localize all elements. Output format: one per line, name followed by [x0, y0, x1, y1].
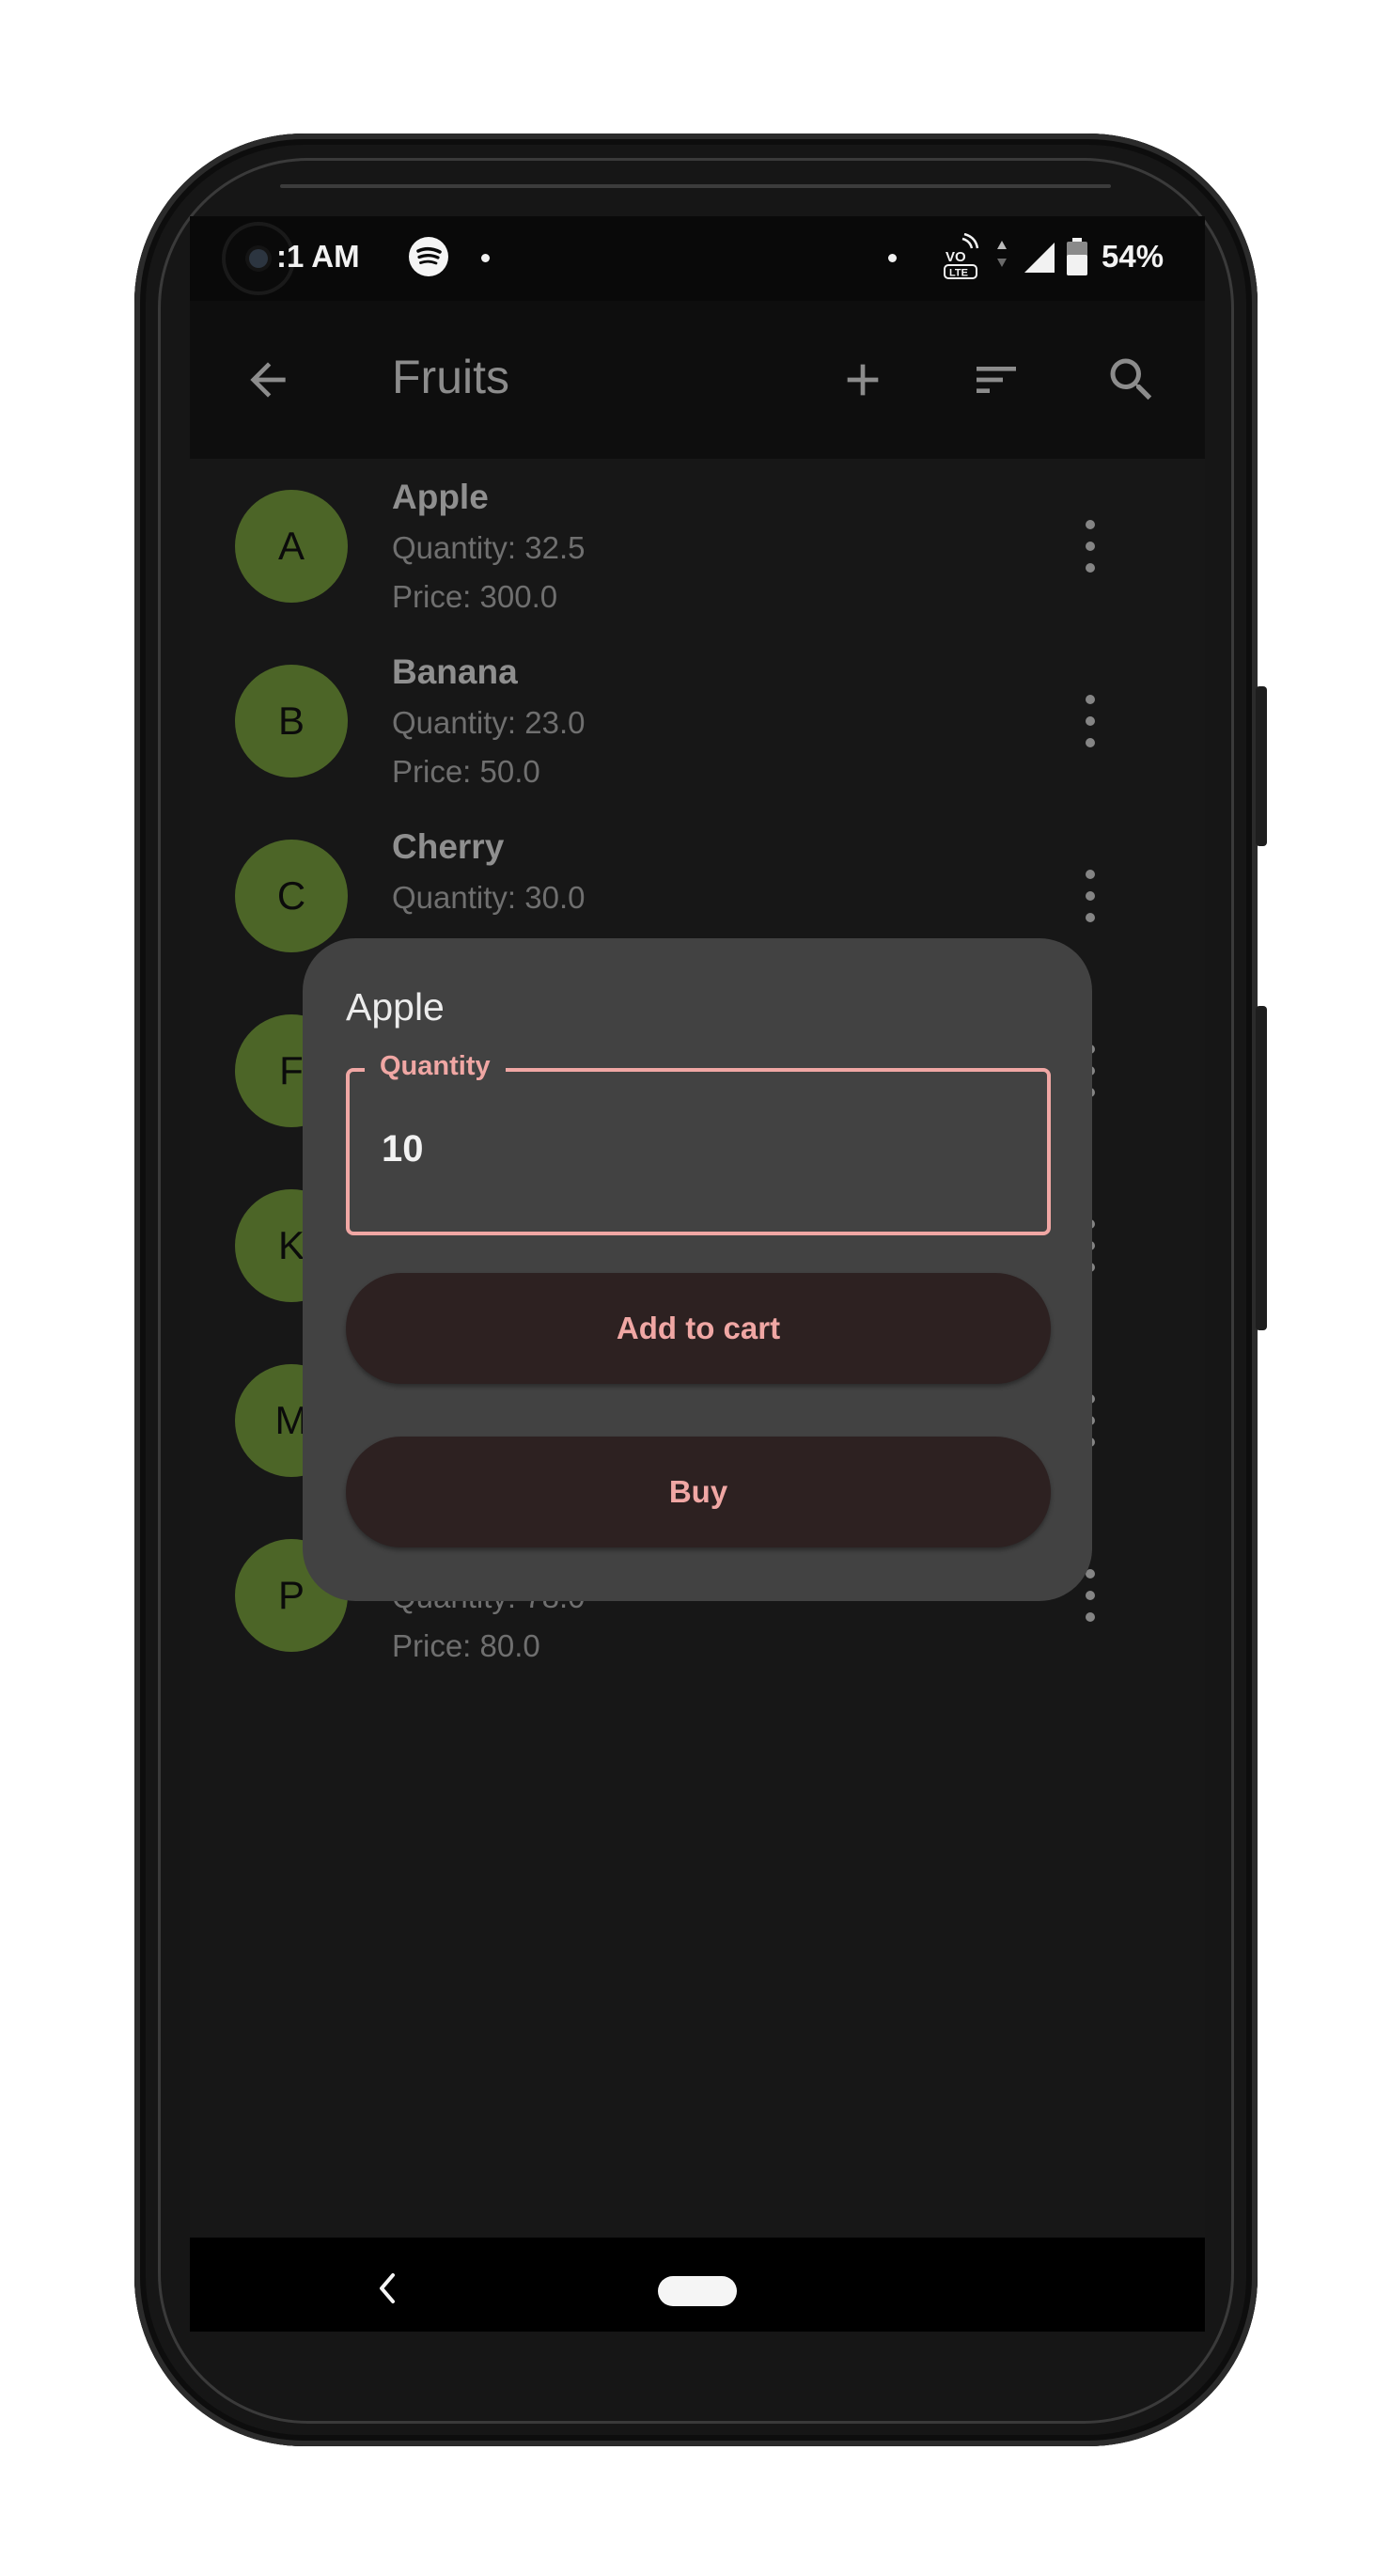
- list-item[interactable]: B Banana Quantity: 23.0 Price: 50.0: [190, 634, 1205, 809]
- more-vert-icon[interactable]: [1083, 1569, 1098, 1622]
- app-bar: Fruits: [190, 301, 1205, 459]
- item-price: Price: 50.0: [392, 754, 540, 789]
- svg-text:VO: VO: [946, 249, 966, 265]
- data-activity-icon: [994, 237, 1009, 282]
- spotify-icon: [409, 237, 448, 276]
- sort-icon[interactable]: [970, 353, 1023, 411]
- screen: :1 AM VO LTE 54% Fruits A Apple Quantity…: [190, 216, 1205, 2332]
- more-vert-icon[interactable]: [1083, 520, 1098, 573]
- status-time: :1 AM: [276, 239, 360, 274]
- avatar: C: [235, 840, 348, 952]
- svg-text:LTE: LTE: [949, 268, 968, 279]
- nav-back-icon[interactable]: [376, 2271, 399, 2310]
- item-name: Banana: [392, 652, 518, 691]
- item-name: Cherry: [392, 827, 505, 866]
- notification-dot-icon: [481, 254, 490, 262]
- page-title: Fruits: [392, 351, 509, 403]
- add-to-cart-button[interactable]: Add to cart: [346, 1273, 1051, 1384]
- quantity-label: Quantity: [365, 1051, 506, 1082]
- volume-button: [1256, 1006, 1267, 1330]
- item-name: Apple: [392, 478, 489, 516]
- signal-icon: [1023, 241, 1056, 282]
- power-button: [1256, 686, 1267, 846]
- avatar: A: [235, 490, 348, 603]
- navigation-bar: [190, 2238, 1205, 2332]
- list-item[interactable]: A Apple Quantity: 32.5 Price: 300.0: [190, 459, 1205, 634]
- item-quantity: Quantity: 30.0: [392, 880, 586, 915]
- dialog-title: Apple: [346, 985, 445, 1029]
- earpiece: [280, 184, 1111, 188]
- buy-button[interactable]: Buy: [346, 1437, 1051, 1547]
- more-vert-icon[interactable]: [1083, 870, 1098, 922]
- quantity-input[interactable]: 10: [382, 1128, 424, 1170]
- item-quantity: Quantity: 32.5: [392, 530, 586, 565]
- item-price: Price: 80.0: [392, 1628, 540, 1663]
- arrow-back-icon[interactable]: [242, 353, 294, 411]
- home-pill[interactable]: [658, 2276, 737, 2306]
- avatar: B: [235, 665, 348, 778]
- volte-icon: VO LTE: [942, 232, 983, 288]
- item-price: Price: 300.0: [392, 579, 558, 614]
- more-vert-icon[interactable]: [1083, 695, 1098, 747]
- notification-dot-icon: [888, 254, 897, 262]
- status-bar: :1 AM VO LTE 54%: [190, 216, 1205, 301]
- add-icon[interactable]: [836, 353, 889, 411]
- item-quantity: Quantity: 23.0: [392, 705, 586, 740]
- quantity-field[interactable]: Quantity 10: [346, 1051, 1051, 1235]
- battery-icon: [1066, 237, 1088, 284]
- battery-percent: 54%: [1102, 239, 1164, 274]
- search-icon[interactable]: [1103, 352, 1160, 413]
- quantity-dialog: Apple Quantity 10 Add to cart Buy: [303, 938, 1092, 1601]
